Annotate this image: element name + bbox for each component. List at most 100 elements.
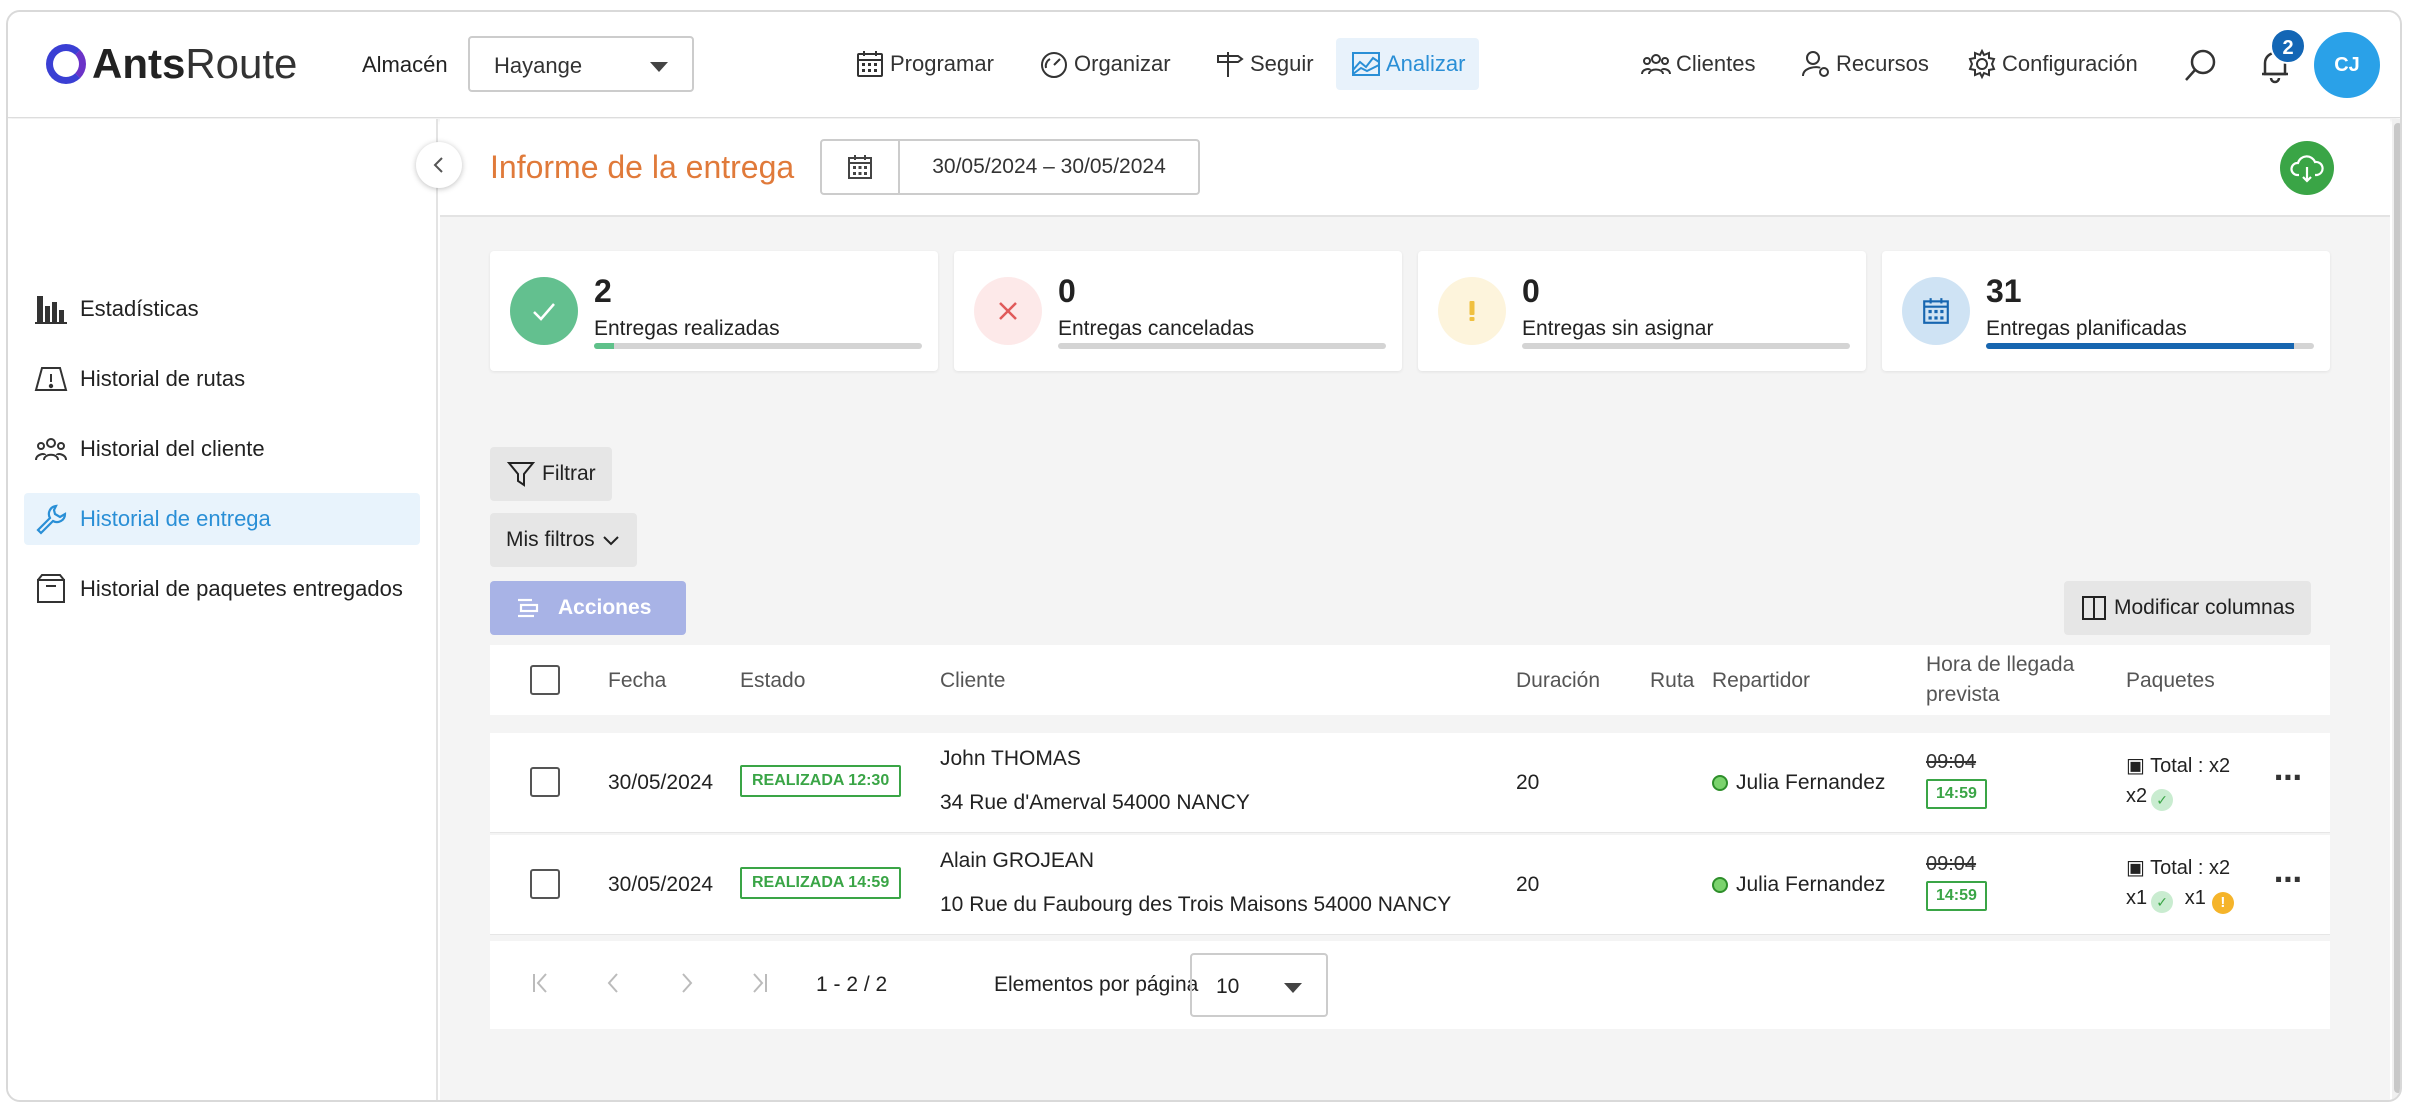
table-row[interactable]: 30/05/2024 REALIZADA 12:30 John THOMAS 3… (490, 733, 2330, 833)
nav-organizar[interactable]: Organizar (1024, 38, 1185, 90)
page-title: Informe de la entrega (490, 149, 795, 185)
download-button[interactable] (2280, 141, 2334, 195)
nav-clientes[interactable]: Clientes (1626, 38, 1769, 90)
actual-time: 14:59 (1926, 881, 1987, 911)
avatar[interactable]: CJ (2314, 32, 2380, 98)
logo-text-light: Route (185, 40, 298, 87)
col-ruta[interactable]: Ruta (1650, 669, 1694, 693)
planned-time: 09:04 (1926, 853, 1977, 875)
page-range: 1 - 2 / 2 (816, 973, 888, 996)
row-duration: 20 (1516, 873, 1540, 896)
nav-label: Configuración (2002, 51, 2138, 76)
gear-icon (1968, 48, 1996, 80)
col-paquetes[interactable]: Paquetes (2126, 669, 2215, 693)
main-content: Informe de la entrega 30/05/2024 – 30/05… (440, 119, 2390, 1100)
nav-configuracion[interactable]: Configuración (1952, 38, 2152, 90)
prev-page-icon[interactable] (600, 969, 628, 997)
sidebar-item-label: Historial de entrega (80, 506, 271, 531)
col-hora-llegada[interactable]: Hora de llegada (1926, 653, 2074, 677)
calendar-icon (1902, 277, 1970, 345)
modify-columns-button[interactable]: Modificar columnas (2064, 581, 2311, 635)
close-icon (974, 277, 1042, 345)
gauge-icon (1041, 52, 1067, 78)
sidebar-item-historial-cliente[interactable]: Historial del cliente (24, 423, 420, 475)
warehouse-select[interactable]: Hayange (468, 36, 694, 92)
first-page-icon[interactable] (528, 969, 556, 997)
driver-status-dot (1712, 775, 1728, 791)
calendar-button[interactable] (822, 141, 900, 193)
actions-button[interactable]: Acciones (490, 581, 686, 635)
per-page-select[interactable]: 10 (1190, 953, 1328, 1017)
search-icon[interactable] (2182, 46, 2220, 84)
stat-value: 2 (594, 273, 612, 309)
actual-time: 14:59 (1926, 779, 1987, 809)
bar-chart-icon (35, 296, 67, 324)
more-options-icon[interactable]: ⋯ (2274, 761, 2303, 794)
package-ok-count: x2 (2126, 785, 2148, 807)
stat-progress (594, 343, 922, 349)
nav-seguir[interactable]: Seguir (1200, 38, 1328, 90)
date-range-picker[interactable]: 30/05/2024 – 30/05/2024 (820, 139, 1200, 195)
scrollbar-thumb[interactable] (2394, 123, 2400, 1093)
driver-name: Julia Fernandez (1736, 771, 1886, 794)
sidebar-item-estadisticas[interactable]: Estadísticas (24, 283, 420, 335)
sidebar-collapse-button[interactable] (416, 142, 462, 188)
check-icon: ✓ (2151, 789, 2174, 811)
filter-button[interactable]: Filtrar (490, 447, 612, 501)
package-icon: ▣ (2126, 857, 2145, 879)
funnel-icon (506, 462, 536, 487)
warehouse-label: Almacén (362, 52, 448, 77)
col-estado[interactable]: Estado (740, 669, 805, 693)
columns-icon (2082, 596, 2106, 620)
signpost-icon (1217, 52, 1244, 77)
driver-status-dot (1712, 877, 1728, 893)
col-cliente[interactable]: Cliente (940, 669, 1005, 693)
warehouse-value: Hayange (494, 53, 583, 78)
row-client[interactable]: John THOMAS (940, 747, 1081, 771)
package-ok-count: x1 (2126, 887, 2148, 909)
stat-progress-fill (1986, 343, 2295, 349)
nav-label: Seguir (1250, 51, 1314, 76)
sidebar-item-historial-paquetes[interactable]: Historial de paquetes entregados (24, 563, 420, 615)
box-icon (37, 574, 65, 603)
row-checkbox[interactable] (530, 869, 560, 899)
select-all-checkbox[interactable] (530, 665, 560, 695)
more-options-icon[interactable]: ⋯ (2274, 863, 2303, 896)
nav-analizar[interactable]: Analizar (1336, 38, 1480, 90)
date-range-value: 30/05/2024 – 30/05/2024 (932, 155, 1166, 178)
stat-label: Entregas realizadas (594, 317, 780, 340)
stat-progress-fill (594, 343, 614, 349)
table-row[interactable]: 30/05/2024 REALIZADA 14:59 Alain GROJEAN… (490, 835, 2330, 935)
scrollbar[interactable] (2392, 119, 2400, 1100)
nav-programar[interactable]: Programar (840, 38, 1008, 90)
last-page-icon[interactable] (744, 969, 772, 997)
modify-columns-label: Modificar columnas (2114, 596, 2295, 619)
logo[interactable]: Ants Route (46, 40, 297, 88)
sidebar-item-label: Historial de rutas (80, 366, 246, 391)
sidebar-item-historial-entrega[interactable]: Historial de entrega (24, 493, 420, 545)
people-icon (35, 438, 67, 461)
sidebar-item-label: Estadísticas (80, 296, 199, 321)
next-page-icon[interactable] (672, 969, 700, 997)
col-fecha[interactable]: Fecha (608, 669, 666, 693)
cloud-download-icon (2290, 155, 2324, 183)
row-date: 30/05/2024 (608, 873, 714, 896)
row-client[interactable]: Alain GROJEAN (940, 849, 1094, 873)
col-repartidor[interactable]: Repartidor (1712, 669, 1810, 693)
map-icon (34, 367, 68, 391)
my-filters-button[interactable]: Mis filtros (490, 513, 637, 567)
col-hora-llegada-2: prevista (1926, 683, 2000, 706)
nav-label: Recursos (1836, 51, 1929, 76)
exclamation-icon (1438, 277, 1506, 345)
people-icon (1641, 54, 1671, 75)
chevron-down-icon (602, 536, 619, 546)
col-duracion[interactable]: Duración (1516, 669, 1600, 693)
nav-recursos[interactable]: Recursos (1786, 38, 1943, 90)
sidebar-item-historial-rutas[interactable]: Historial de rutas (24, 353, 420, 405)
caret-down-icon (650, 62, 668, 72)
report-header: Informe de la entrega 30/05/2024 – 30/05… (440, 119, 2390, 217)
row-duration: 20 (1516, 771, 1540, 794)
row-checkbox[interactable] (530, 767, 560, 797)
planned-time: 09:04 (1926, 751, 1977, 773)
package-icon: ▣ (2126, 755, 2145, 777)
